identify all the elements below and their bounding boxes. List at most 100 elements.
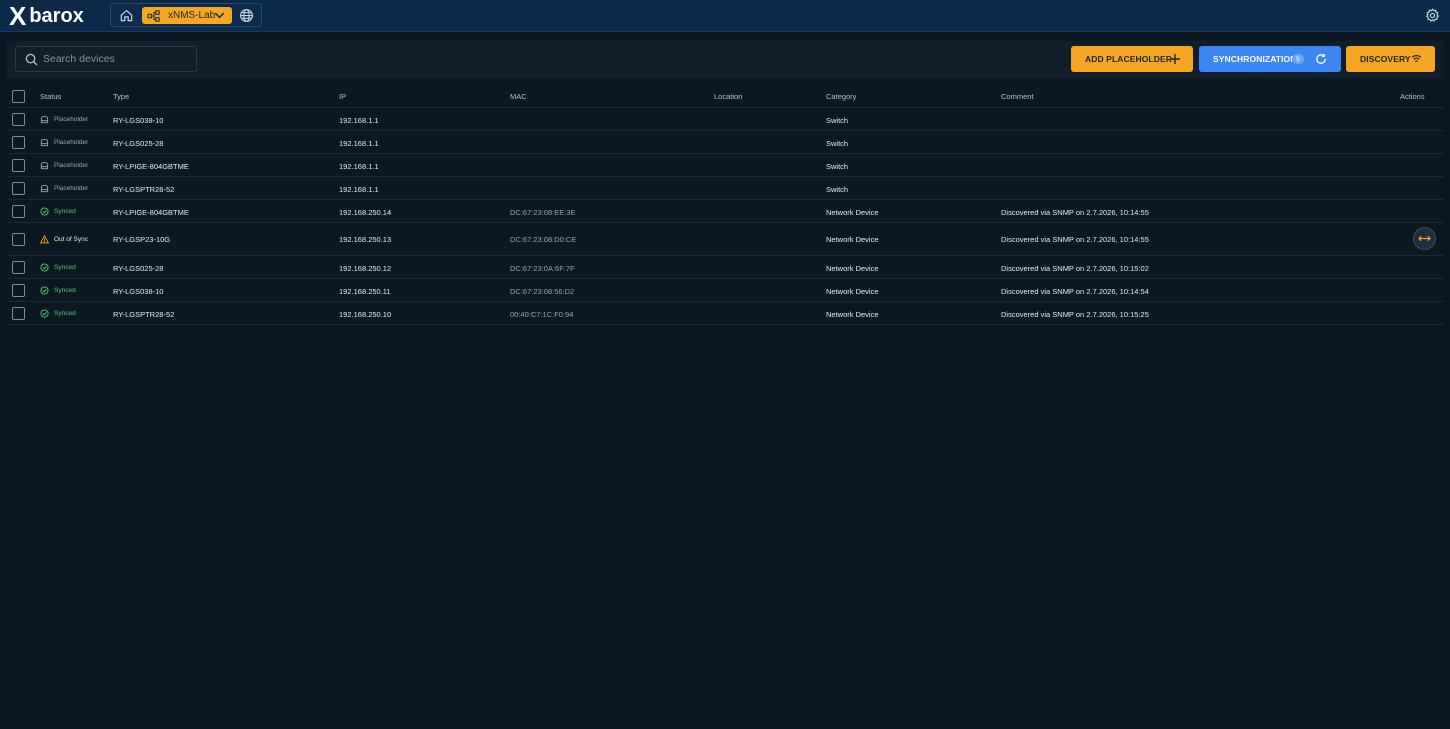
ip-cell: 192.168.250.10 xyxy=(339,310,392,319)
column-header-location[interactable]: Location xyxy=(714,92,742,101)
mac-cell: 00:40:C7:1C:F0:94 xyxy=(510,310,574,319)
ip-cell: 192.168.250.14 xyxy=(339,208,392,217)
add-placeholder-button[interactable]: ADD PLACEHOLDER xyxy=(1071,46,1193,72)
top-bar: X barox xNMS-Lab xyxy=(0,0,1450,32)
status-badge: Synced xyxy=(40,207,76,216)
refresh-icon xyxy=(1316,53,1326,64)
comment-cell: Discovered via SNMP on 2.7.2026, 10:14:5… xyxy=(1001,287,1149,296)
row-checkbox[interactable] xyxy=(12,307,25,320)
comment-cell: Discovered via SNMP on 2.7.2026, 10:14:5… xyxy=(1001,235,1149,244)
mac-cell: DC:67:23:08:EE:3E xyxy=(510,208,576,217)
status-label: Synced xyxy=(54,208,76,215)
table-row[interactable]: Synced RY-LGS025-28 192.168.250.12 DC:67:23… xyxy=(6,256,1444,279)
column-header-actions: Actions xyxy=(1400,92,1425,101)
placeholder-icon xyxy=(40,115,49,124)
devices-toolbar: ADD PLACEHOLDER SYNCHRONIZATION 5 DISCOV… xyxy=(6,41,1444,78)
type-cell: RY-LPIGE-804GBTME xyxy=(113,162,189,171)
column-header-ip[interactable]: IP xyxy=(339,92,346,101)
status-badge: Placeholder xyxy=(40,115,88,124)
table-row[interactable]: Out of Sync RY-LGSP23-10G 192.168.250.13 DC… xyxy=(6,223,1444,256)
row-checkbox[interactable] xyxy=(12,136,25,149)
type-cell: RY-LGS025-28 xyxy=(113,264,164,273)
devices-table: Status Type IP MAC Location Category Com… xyxy=(6,85,1444,325)
synced-check-icon xyxy=(40,309,49,318)
search-input[interactable] xyxy=(43,47,193,71)
category-cell: Switch xyxy=(826,116,849,125)
mac-cell: DC:67:23:08:D0:CE xyxy=(510,235,577,244)
row-checkbox[interactable] xyxy=(12,159,25,172)
category-cell: Network Device xyxy=(826,264,879,273)
comment-cell: Discovered via SNMP on 2.7.2026, 10:15:0… xyxy=(1001,264,1149,273)
warning-icon xyxy=(40,235,49,244)
comment-cell: Discovered via SNMP on 2.7.2026, 10:15:2… xyxy=(1001,310,1149,319)
lab-selector-label: xNMS-Lab xyxy=(168,10,216,21)
table-row[interactable]: Placeholder RY-LGS025-28 192.168.1.1 Switch xyxy=(6,131,1444,154)
table-body: Placeholder RY-LGS038-10 192.168.1.1 Switch… xyxy=(6,108,1444,325)
row-checkbox[interactable] xyxy=(12,205,25,218)
synced-check-icon xyxy=(40,207,49,216)
placeholder-icon xyxy=(40,184,49,193)
status-badge: Placeholder xyxy=(40,161,88,170)
table-row[interactable]: Placeholder RY-LGSPTR28-52 192.168.1.1 Swit… xyxy=(6,177,1444,200)
column-header-type[interactable]: Type xyxy=(113,92,129,101)
type-cell: RY-LGS038-10 xyxy=(113,116,164,125)
row-checkbox[interactable] xyxy=(12,261,25,274)
globe-icon[interactable] xyxy=(239,8,254,23)
ip-cell: 192.168.250.12 xyxy=(339,264,392,273)
home-icon[interactable] xyxy=(119,8,134,23)
type-cell: RY-LGSP23-10G xyxy=(113,235,171,244)
status-label: Placeholder xyxy=(54,116,89,123)
table-row[interactable]: Synced RY-LGSPTR28-52 192.168.250.10 00:40:… xyxy=(6,302,1444,325)
logo-text: barox xyxy=(29,4,84,27)
table-row[interactable]: Synced RY-LGS038-10 192.168.250.11 DC:67:23… xyxy=(6,279,1444,302)
select-all-checkbox[interactable] xyxy=(12,90,25,103)
type-cell: RY-LGSPTR28-52 xyxy=(113,310,175,319)
column-header-category[interactable]: Category xyxy=(826,92,856,101)
network-icon xyxy=(147,9,160,22)
synced-check-icon xyxy=(40,263,49,272)
type-cell: RY-LPIGE-804GBTME xyxy=(113,208,189,217)
type-cell: RY-LGSPTR28-52 xyxy=(113,185,175,194)
gear-icon[interactable] xyxy=(1425,8,1440,23)
synchronization-count-badge: 5 xyxy=(1292,54,1304,64)
mac-cell: DC:67:23:0A:6F:7F xyxy=(510,264,575,273)
table-row[interactable]: Placeholder RY-LPIGE-804GBTME 192.168.1.1 S… xyxy=(6,154,1444,177)
resolve-sync-button[interactable] xyxy=(1413,227,1436,250)
table-row[interactable]: Synced RY-LPIGE-804GBTME 192.168.250.14 DC:… xyxy=(6,200,1444,223)
status-label: Placeholder xyxy=(54,139,89,146)
synced-check-icon xyxy=(40,286,49,295)
category-cell: Network Device xyxy=(826,208,879,217)
discovery-button[interactable]: DISCOVERY xyxy=(1346,46,1435,72)
status-badge: Placeholder xyxy=(40,184,88,193)
column-header-comment[interactable]: Comment xyxy=(1001,92,1034,101)
table-row[interactable]: Placeholder RY-LGS038-10 192.168.1.1 Switch xyxy=(6,108,1444,131)
context-switcher: xNMS-Lab xyxy=(110,3,262,27)
column-header-status[interactable]: Status xyxy=(40,92,61,101)
type-cell: RY-LGS025-28 xyxy=(113,139,164,148)
status-label: Synced xyxy=(54,287,76,294)
wifi-icon xyxy=(1411,55,1422,62)
synchronization-button[interactable]: SYNCHRONIZATION 5 xyxy=(1199,46,1341,72)
status-label: Synced xyxy=(54,264,76,271)
row-checkbox[interactable] xyxy=(12,284,25,297)
placeholder-icon xyxy=(40,138,49,147)
logo-mark: X xyxy=(9,0,26,31)
status-label: Synced xyxy=(54,310,76,317)
ip-cell: 192.168.1.1 xyxy=(339,185,379,194)
row-checkbox[interactable] xyxy=(12,113,25,126)
lab-selector-button[interactable]: xNMS-Lab xyxy=(142,7,232,24)
row-checkbox[interactable] xyxy=(12,182,25,195)
ip-cell: 192.168.250.11 xyxy=(339,287,391,296)
plus-icon xyxy=(1170,54,1180,64)
barox-logo[interactable]: X barox xyxy=(9,0,84,31)
column-header-mac[interactable]: MAC xyxy=(510,92,527,101)
status-badge: Out of Sync xyxy=(40,235,88,244)
status-badge: Synced xyxy=(40,263,76,272)
chevron-down-icon xyxy=(214,12,225,19)
mac-cell: DC:67:23:08:56:D2 xyxy=(510,287,575,296)
status-label: Placeholder xyxy=(54,162,89,169)
synchronization-label: SYNCHRONIZATION xyxy=(1213,54,1297,64)
row-checkbox[interactable] xyxy=(12,233,25,246)
status-label: Placeholder xyxy=(54,185,89,192)
category-cell: Network Device xyxy=(826,235,879,244)
